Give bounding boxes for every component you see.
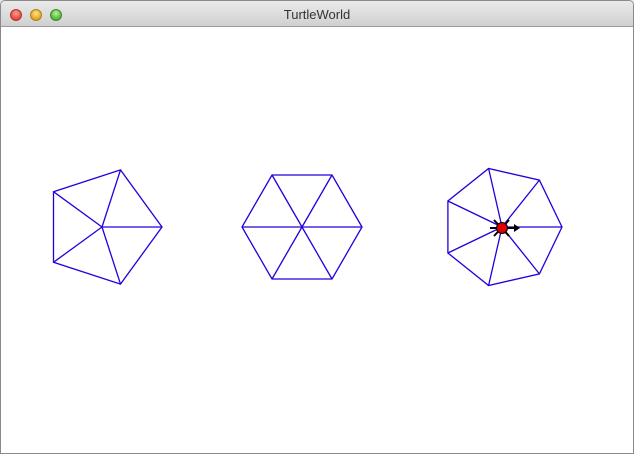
shapes-layer xyxy=(52,167,563,287)
hexagon-shape xyxy=(241,174,363,280)
pentagon-spoke xyxy=(53,191,103,228)
hexagon-spoke xyxy=(301,174,333,228)
turtle-head-icon xyxy=(514,224,520,232)
turtleworld-window: TurtleWorld xyxy=(0,0,634,454)
turtle-canvas[interactable] xyxy=(1,27,633,453)
title-bar[interactable]: TurtleWorld xyxy=(1,1,633,27)
pentagon-spoke xyxy=(101,169,122,228)
pentagon-spoke xyxy=(53,226,103,263)
heptagon-spoke xyxy=(501,179,540,228)
turtle-body-icon xyxy=(496,222,508,234)
pentagon-spoke xyxy=(101,226,122,285)
hexagon-spoke xyxy=(271,174,303,228)
heptagon-spoke xyxy=(447,226,503,254)
pentagon-shape xyxy=(52,169,163,285)
drawing-surface xyxy=(52,167,563,287)
hexagon-spoke xyxy=(301,226,333,280)
heptagon-spoke xyxy=(447,200,503,228)
window-title: TurtleWorld xyxy=(283,7,351,22)
heptagon-spoke xyxy=(487,168,503,228)
hexagon-spoke xyxy=(271,226,303,280)
